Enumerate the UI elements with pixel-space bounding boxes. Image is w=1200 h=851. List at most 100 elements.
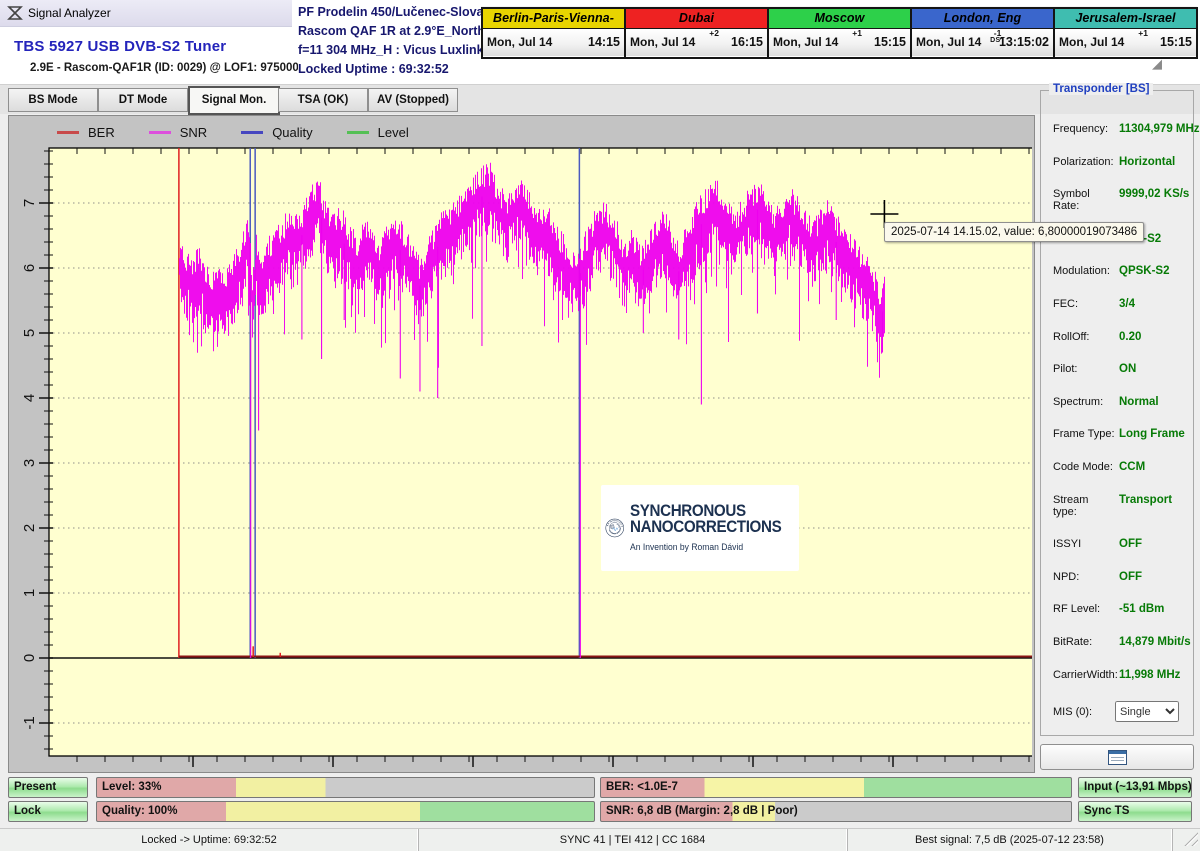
window-icon (1108, 750, 1127, 765)
chart-legend: BER SNR Quality Level (57, 121, 409, 143)
site-info-block: PF Prodelin 450/Lučenec-SlovakiaRascom Q… (298, 3, 504, 79)
field-label: CarrierWidth: (1053, 669, 1115, 681)
tuner-title: TBS 5927 USB DVB-S2 Tuner (14, 38, 226, 55)
legend-swatch (57, 131, 79, 134)
transponder-field: Modulation:QPSK-S2 (1053, 265, 1189, 277)
legend-label: Level (378, 125, 409, 140)
field-label: Modulation: (1053, 265, 1115, 277)
svg-text:7: 7 (21, 199, 38, 207)
mis-select[interactable]: Single (1115, 701, 1179, 722)
clock-city: London, Eng (912, 9, 1053, 29)
tab-av-stopped[interactable]: AV (Stopped) (368, 88, 458, 112)
svg-text:-1: -1 (21, 716, 38, 729)
level-meter: Level: 33% (96, 777, 595, 798)
site-info-line: Locked Uptime : 69:32:52 (298, 60, 498, 79)
field-label: Pilot: (1053, 363, 1115, 375)
clock-date: Mon, Jul 14 (773, 35, 838, 49)
field-label: RF Level: (1053, 603, 1115, 615)
transponder-field: Frequency:11304,979 MHz (1053, 123, 1189, 135)
chart-plot[interactable]: 76543210-1 (9, 116, 1032, 770)
legend-item-snr: SNR (149, 125, 207, 140)
tab-strip: BS ModeDT ModeSignal Mon.TSA (OK)AV (Sto… (0, 84, 1200, 114)
transponder-field: Stream type: Transport (1053, 494, 1189, 518)
legend-label: Quality (272, 125, 312, 140)
clock-city: Dubai (626, 9, 767, 29)
field-value: Long Frame (1119, 428, 1185, 440)
field-label: BitRate: (1053, 636, 1115, 648)
site-info-line: Rascom QAF 1R at 2.9°E_North (298, 22, 498, 41)
svg-text:5: 5 (21, 329, 38, 337)
site-info-line: f=11 304 MHz_H : Vicus Luxlink (298, 41, 498, 60)
transponder-field: BitRate: 14,879 Mbit/s (1053, 636, 1189, 648)
quality-meter: Quality: 100% (96, 801, 595, 822)
clock-london-eng: London, EngMon, Jul 14-1DST13:15:02 (910, 7, 1055, 59)
transponder-panel-title: Transponder [BS] (1049, 83, 1153, 95)
clock-utc-offset: +1 (1138, 29, 1148, 37)
field-value: ON (1119, 363, 1136, 375)
world-clock-panel: Berlin-Paris-Vienna-RomaMon, Jul 1414:15… (481, 6, 1197, 59)
input-indicator: Input (~13,91 Mbps) (1078, 777, 1192, 798)
svg-text:3: 3 (21, 459, 38, 467)
watermark-title-line2: NANOCORRECTIONS (630, 520, 781, 536)
legend-swatch (149, 131, 171, 134)
transponder-fields: Frequency:11304,979 MHz Polarization:Hori… (1053, 123, 1189, 743)
field-value: Transport (1119, 494, 1172, 506)
field-value: 11,998 MHz (1119, 669, 1180, 681)
transponder-field: RollOff:0.20 (1053, 331, 1189, 343)
transponder-field: Pilot: ON (1053, 363, 1189, 375)
clock-dubai: DubaiMon, Jul 14+216:15 (624, 7, 769, 59)
svg-text:4: 4 (21, 394, 38, 402)
field-label: Stream type: (1053, 494, 1115, 518)
watermark-logo: AN INVENTION BY ROMAN DÁVID SYNCHRONOUS … (601, 485, 799, 571)
transponder-field: Code Mode: CCM (1053, 461, 1189, 473)
field-label: Frame Type: (1053, 428, 1115, 440)
field-value: 11304,979 MHz (1119, 123, 1200, 135)
clock-time: 16:15 (731, 35, 763, 49)
statusbar-sync-counters: SYNC 41 | TEI 412 | CC 1684 (418, 829, 848, 851)
field-value: 9999,02 KS/s (1119, 188, 1189, 200)
panel-action-button[interactable] (1040, 744, 1194, 770)
legend-item-ber: BER (57, 125, 115, 140)
roman-david-badge-icon: AN INVENTION BY ROMAN DÁVID (605, 491, 624, 565)
title-bar: Signal Analyzer (0, 0, 292, 27)
clock-date: Mon, Jul 14 (1059, 35, 1124, 49)
clock-date: Mon, Jul 14 (487, 35, 552, 49)
field-value: CCM (1119, 461, 1145, 473)
tab-dt-mode[interactable]: DT Mode (98, 88, 188, 112)
signal-chart-panel: 76543210-1 BERSNRQualityLevel AN INVENTI… (8, 115, 1035, 773)
field-label: Spectrum: (1053, 396, 1115, 408)
field-value: OFF (1119, 538, 1142, 550)
clock-city: Moscow (769, 9, 910, 29)
field-label: Polarization: (1053, 156, 1115, 168)
field-value: -51 dBm (1119, 603, 1164, 615)
tab-bs-mode[interactable]: BS Mode (8, 88, 98, 112)
legend-label: BER (88, 125, 115, 140)
field-value: 14,879 Mbit/s (1119, 636, 1191, 648)
field-label: Frequency: (1053, 123, 1115, 135)
clock-city: Berlin-Paris-Vienna-Roma (483, 9, 624, 29)
transponder-panel: Transponder [BS] Frequency:11304,979 MHz… (1040, 90, 1194, 736)
legend-item-quality: Quality (241, 125, 312, 140)
tab-signal-mon[interactable]: Signal Mon. (188, 86, 280, 115)
clock-time: 13:15:02 (999, 35, 1049, 49)
present-indicator: Present (8, 777, 88, 798)
clock-jerusalem-israel: Jerusalem-IsraelMon, Jul 14+115:15 (1053, 7, 1198, 59)
mis-row: MIS (0):Single (1053, 701, 1189, 722)
field-value: OFF (1119, 571, 1142, 583)
transponder-field: RF Level: -51 dBm (1053, 603, 1189, 615)
field-value: Normal (1119, 396, 1159, 408)
transponder-field: Polarization:Horizontal (1053, 156, 1189, 168)
corner-triangle-icon: ◢ (1152, 56, 1162, 72)
legend-swatch (241, 131, 263, 134)
field-value: 0.20 (1119, 331, 1141, 343)
svg-text:6: 6 (21, 264, 38, 272)
clock-city: Jerusalem-Israel (1055, 9, 1196, 29)
status-bar: Locked -> Uptime: 69:32:52 SYNC 41 | TEI… (0, 828, 1200, 851)
transponder-field: ISSYIOFF (1053, 538, 1189, 550)
legend-label: SNR (180, 125, 207, 140)
app-icon (7, 5, 23, 21)
field-label: FEC: (1053, 298, 1115, 310)
tab-tsa-ok[interactable]: TSA (OK) (278, 88, 368, 112)
field-label: NPD: (1053, 571, 1115, 583)
field-label: Code Mode: (1053, 461, 1115, 473)
